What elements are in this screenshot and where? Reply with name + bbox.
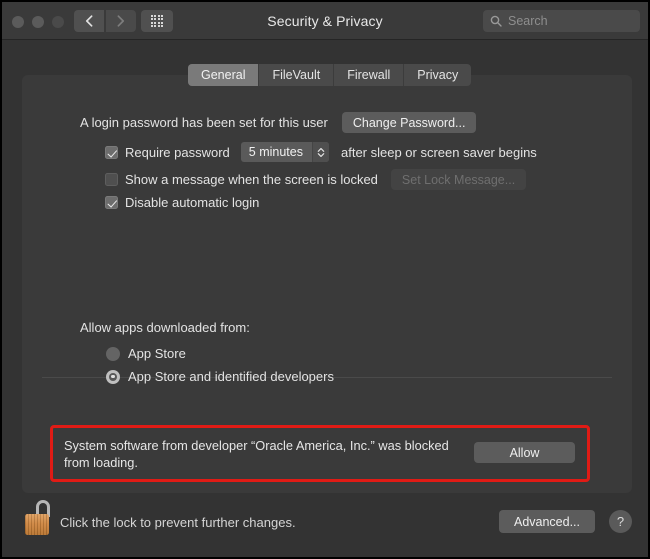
allow-button[interactable]: Allow (474, 442, 575, 463)
allow-apps-option-identified-developers[interactable]: App Store and identified developers (106, 369, 334, 384)
identified-developers-radio[interactable] (106, 369, 120, 384)
app-store-radio[interactable] (106, 346, 120, 361)
disable-auto-login-row: Disable automatic login (105, 195, 259, 210)
login-password-label: A login password has been set for this u… (80, 115, 328, 130)
blocked-software-alert: System software from developer “Oracle A… (50, 425, 590, 482)
preference-tabs: General FileVault Firewall Privacy (188, 64, 472, 86)
allow-apps-heading-row: Allow apps downloaded from: (80, 320, 250, 335)
set-lock-message-button[interactable]: Set Lock Message... (390, 169, 527, 190)
disable-auto-login-checkbox[interactable] (105, 196, 118, 209)
show-lock-message-checkbox[interactable] (105, 173, 118, 186)
allow-apps-option-app-store[interactable]: App Store (106, 346, 186, 361)
change-password-button[interactable]: Change Password... (341, 112, 477, 133)
advanced-button[interactable]: Advanced... (499, 510, 595, 533)
tab-general[interactable]: General (188, 64, 260, 86)
tab-privacy[interactable]: Privacy (404, 64, 471, 86)
tab-firewall[interactable]: Firewall (334, 64, 405, 86)
require-password-row: Require password 5 minutes after sleep o… (105, 142, 537, 162)
search-icon (490, 15, 502, 27)
lock-caption: Click the lock to prevent further change… (60, 515, 296, 530)
show-lock-message-row: Show a message when the screen is locked… (105, 169, 527, 190)
require-password-checkbox[interactable] (105, 145, 118, 159)
login-password-row: A login password has been set for this u… (80, 112, 477, 133)
blocked-software-message: System software from developer “Oracle A… (64, 438, 449, 470)
help-button[interactable]: ? (609, 510, 632, 533)
tab-filevault[interactable]: FileVault (259, 64, 335, 86)
stepper-arrows (317, 147, 325, 157)
require-password-suffix-label: after sleep or screen saver begins (340, 144, 537, 160)
disable-auto-login-label: Disable automatic login (125, 195, 260, 210)
stepper-up-down-icon[interactable] (311, 142, 329, 162)
require-password-label: Require password (125, 144, 230, 160)
search-input[interactable]: Search (483, 10, 640, 32)
require-password-delay-value: 5 minutes (248, 145, 303, 159)
show-lock-message-label: Show a message when the screen is locked (125, 172, 378, 187)
allow-apps-heading: Allow apps downloaded from: (80, 320, 250, 335)
require-password-delay-select[interactable]: 5 minutes (240, 142, 329, 162)
window-footer: Click the lock to prevent further change… (2, 493, 648, 557)
app-store-radio-label: App Store (128, 346, 186, 361)
padlock-body (25, 514, 49, 535)
unlocked-padlock-icon[interactable] (24, 499, 56, 541)
window-titlebar: Security & Privacy Search (2, 2, 648, 40)
security-privacy-window: Security & Privacy Search General FileVa… (0, 0, 650, 559)
identified-developers-radio-label: App Store and identified developers (128, 369, 334, 384)
search-placeholder: Search (508, 14, 548, 28)
